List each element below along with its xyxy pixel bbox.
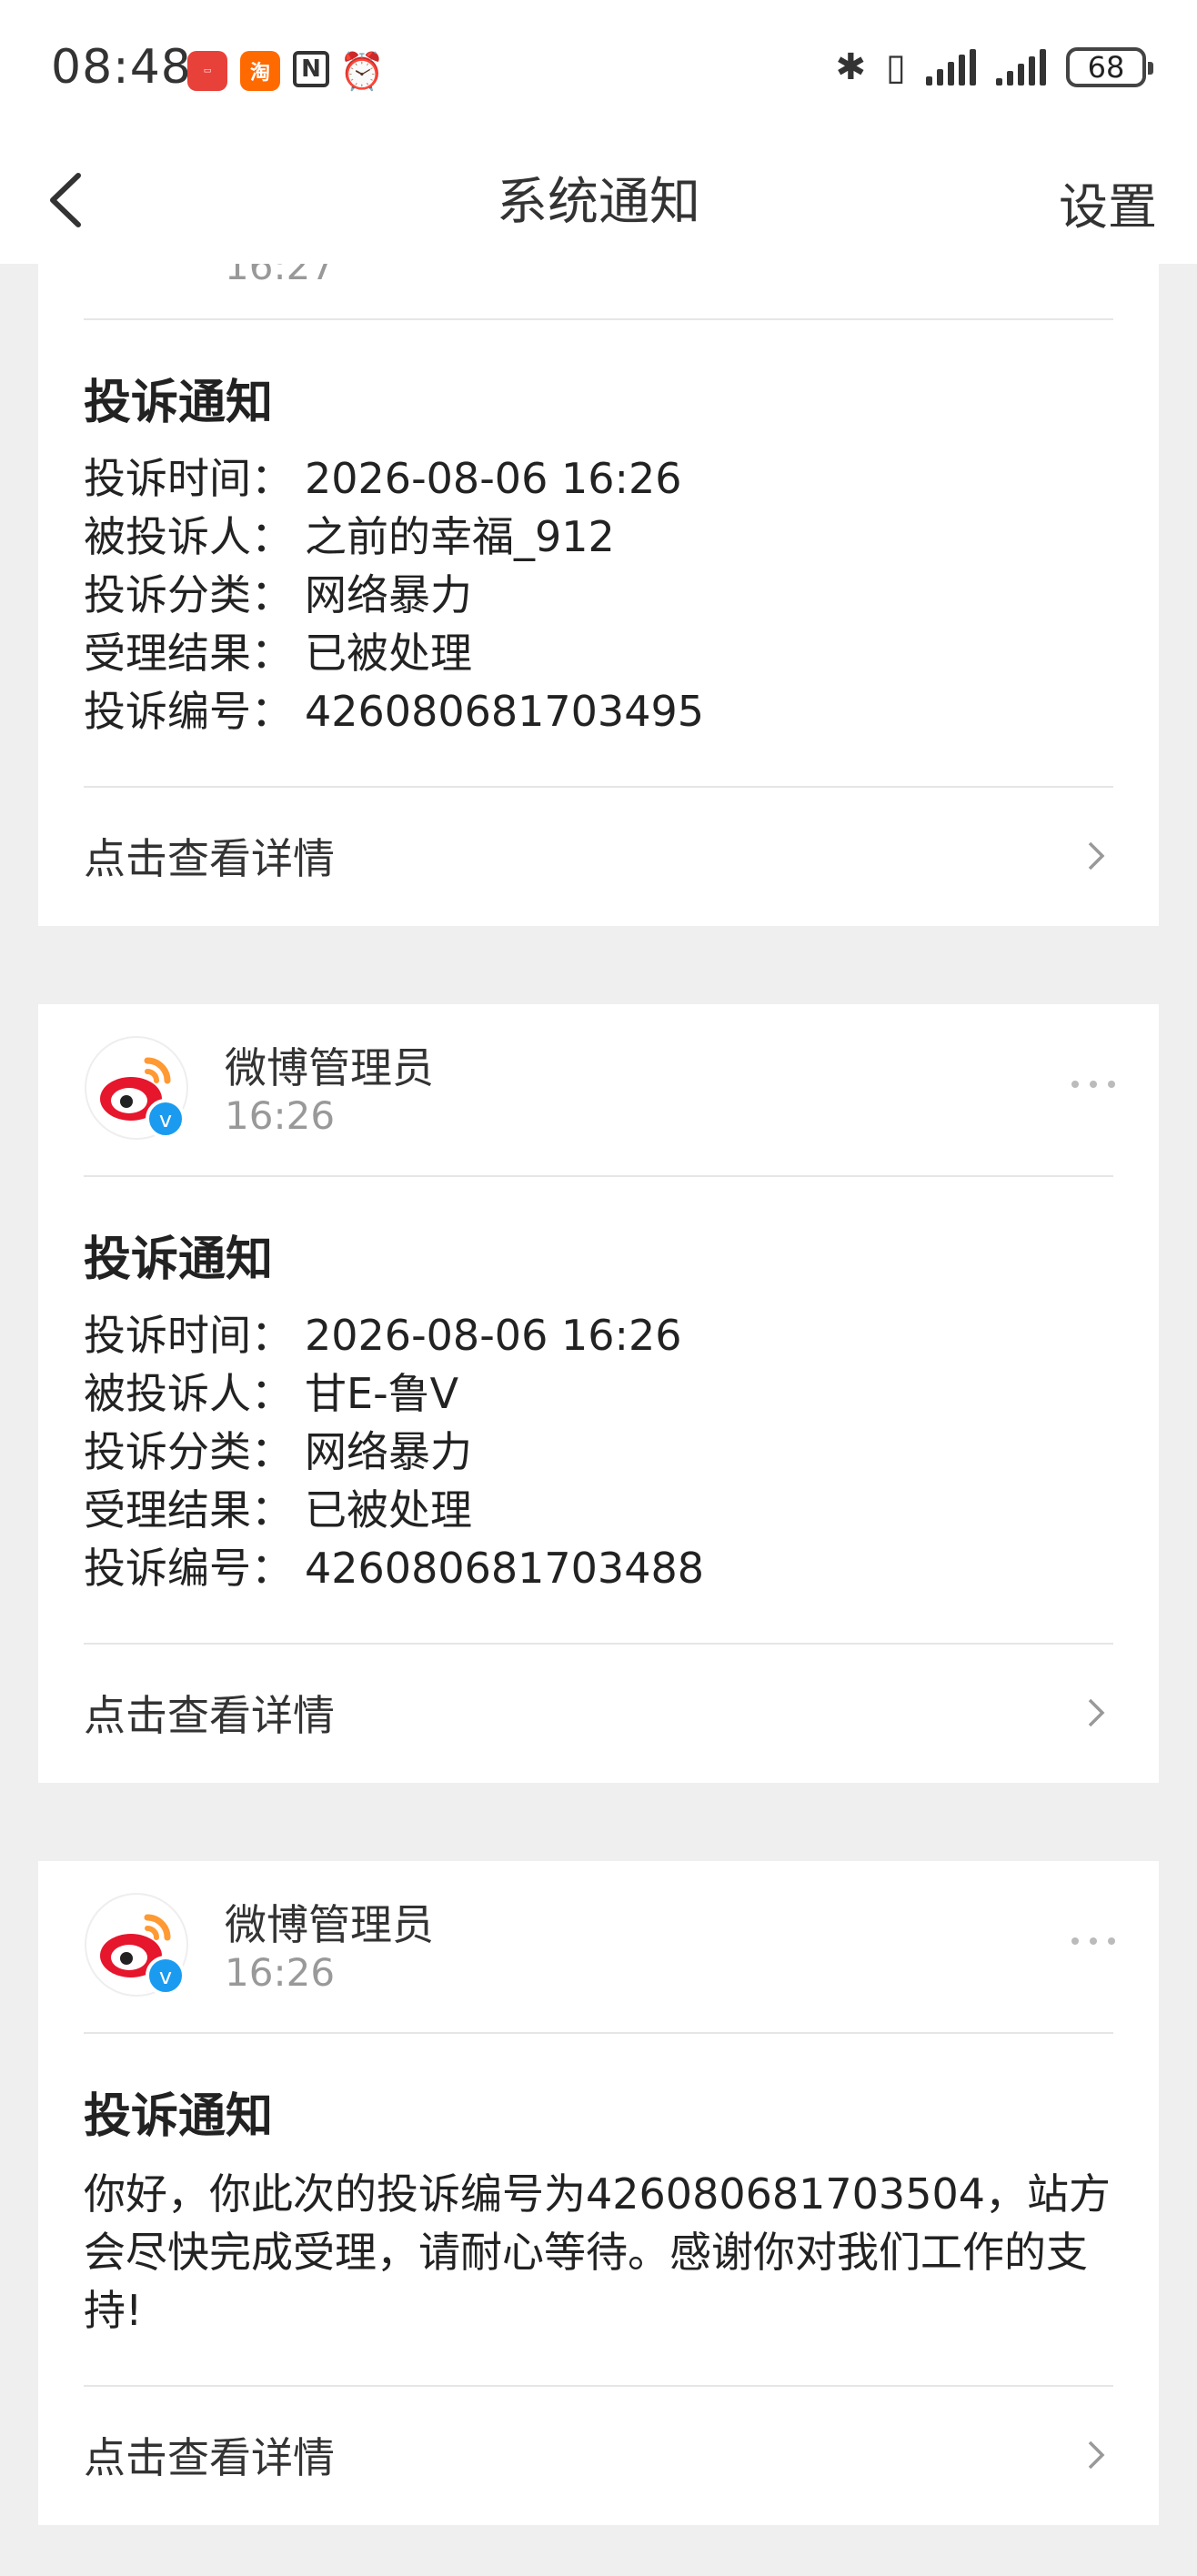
divider (84, 1175, 1113, 1177)
notice-title: 投诉通知 (84, 2089, 274, 2144)
battery-level: 68 (1087, 50, 1125, 85)
taobao-icon: 淘 (240, 51, 280, 91)
status-right: ✱ ▯ 68 (835, 46, 1153, 88)
message-time: 16:26 (225, 1950, 336, 1995)
notice-title: 投诉通知 (84, 376, 274, 430)
dot (1090, 1937, 1097, 1945)
vibrate-icon: ▯ (885, 46, 906, 88)
page-title: 系统通知 (497, 173, 700, 232)
settings-button[interactable]: 设置 (1059, 166, 1157, 238)
view-details-link[interactable]: 点击查看详情 (84, 2387, 1113, 2523)
field-result: 受理结果： 已被处理 (84, 629, 472, 678)
notification-card-3: v 微博管理员 16:26 投诉通知 你好，你此次的投诉编号为426080681… (38, 1861, 1159, 2525)
message-time: 16:26 (225, 1093, 336, 1138)
view-details-label: 点击查看详情 (84, 2433, 335, 2482)
card-header: v 微博管理员 16:26 (38, 1861, 1159, 2005)
card-header: v 微博管理员 16:26 (38, 1004, 1159, 1148)
huawei-store-icon: ▭ (187, 51, 227, 91)
bluetooth-icon: ✱ (835, 46, 866, 88)
view-details-label: 点击查看详情 (84, 834, 335, 883)
weibo-avatar-icon[interactable]: v (84, 1892, 189, 1997)
field-complaint-id: 投诉编号： 426080681703488 (84, 1544, 704, 1593)
sender-name[interactable]: 微博管理员 (225, 1035, 434, 1095)
svg-text:v: v (159, 1964, 172, 1989)
chevron-right-icon (1088, 2440, 1105, 2470)
top-bar: 08:48 ▭ 淘 N ⏰ ✱ ▯ 68 系统通知 设置 (0, 0, 1197, 264)
field-respondent: 被投诉人： 甘E-鲁V (84, 1369, 459, 1418)
chevron-right-icon (1088, 1698, 1105, 1727)
status-time: 08:48 (51, 40, 192, 95)
field-complaint-time: 投诉时间： 2026-08-06 16:26 (84, 1311, 682, 1360)
weibo-avatar-icon[interactable]: v (84, 1035, 189, 1141)
field-complaint-id: 投诉编号： 426080681703495 (84, 687, 704, 736)
sender-name[interactable]: 微博管理员 (225, 1892, 434, 1952)
divider (84, 318, 1113, 320)
chevron-right-icon (1088, 841, 1105, 870)
field-complaint-time: 投诉时间： 2026-08-06 16:26 (84, 454, 682, 503)
dot (1071, 1937, 1079, 1945)
svg-text:v: v (159, 1107, 172, 1132)
view-details-link[interactable]: 点击查看详情 (84, 788, 1113, 924)
notification-card-2: v 微博管理员 16:26 投诉通知 投诉时间： 2026-08-06 16:26… (38, 1004, 1159, 1783)
alarm-icon: ⏰ (339, 50, 385, 93)
notification-page: v 16:27 投诉通知 投诉时间：2026-08-06 16:26 被投诉人：… (0, 0, 1197, 2576)
field-category: 投诉分类： 网络暴力 (84, 1427, 472, 1476)
notification-icons: ▭ 淘 N ⏰ (187, 50, 385, 93)
dot (1108, 1081, 1115, 1088)
nav-bar: 系统通知 设置 (0, 141, 1197, 264)
battery-icon: 68 (1066, 47, 1153, 87)
view-details-link[interactable]: 点击查看详情 (84, 1645, 1113, 1781)
status-bar: 08:48 ▭ 淘 N ⏰ ✱ ▯ 68 (0, 0, 1197, 141)
field-respondent: 被投诉人： 之前的幸福_912 (84, 512, 615, 561)
dot (1090, 1081, 1097, 1088)
field-result: 受理结果： 已被处理 (84, 1485, 472, 1535)
view-details-label: 点击查看详情 (84, 1691, 335, 1740)
divider (84, 2032, 1113, 2034)
field-category: 投诉分类： 网络暴力 (84, 570, 472, 619)
signal-strength-2-icon (996, 49, 1046, 86)
more-options-button[interactable] (1071, 1937, 1115, 1945)
dot (1071, 1081, 1079, 1088)
signal-strength-icon (926, 49, 976, 86)
more-options-button[interactable] (1071, 1081, 1115, 1088)
notice-title: 投诉通知 (84, 1233, 274, 1287)
nfc-icon: N (293, 51, 329, 87)
dot (1108, 1937, 1115, 1945)
notice-body: 你好，你此次的投诉编号为426080681703504，站方会尽快完成受理，请耐… (84, 2169, 1111, 2335)
